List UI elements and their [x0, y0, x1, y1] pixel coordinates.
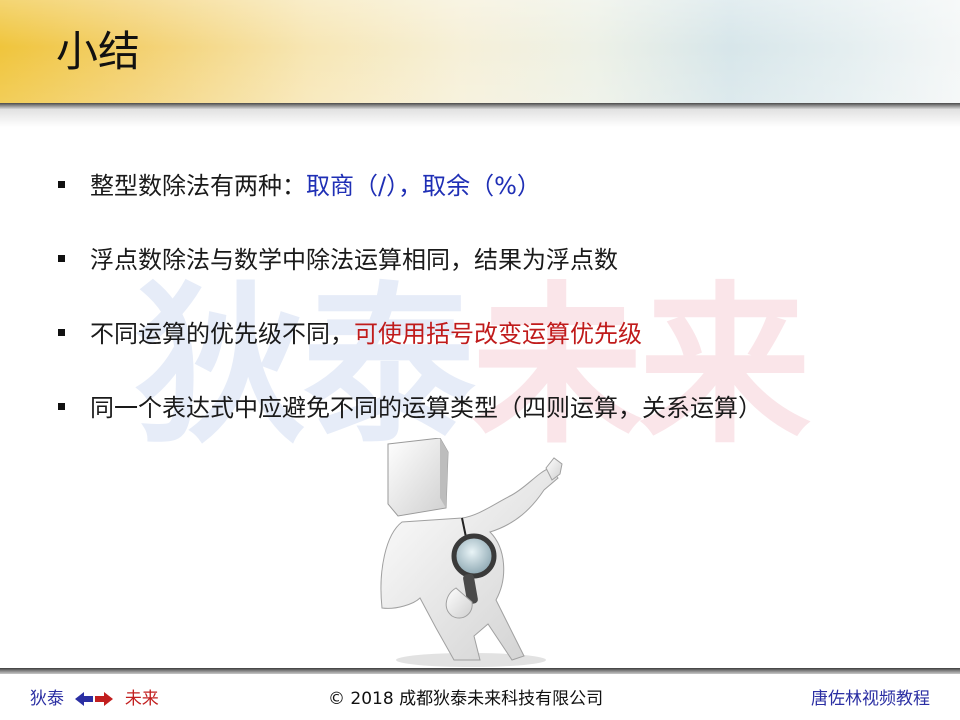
title-band [0, 0, 960, 104]
bullet-text-main: 不同运算的优先级不同， [90, 320, 354, 348]
watermark: 狄泰未来 [135, 272, 811, 462]
bullet-square-icon [58, 255, 65, 262]
watermark-part-b: 未来 [471, 266, 811, 467]
footer-brand-part-b: 未来 [124, 689, 159, 709]
title-band-fade [0, 109, 960, 127]
footer-brand: 狄泰 未来 [30, 687, 159, 711]
bullet-text: 不同运算的优先级不同，可使用括号改变运算优先级 [90, 314, 642, 354]
bullet-item: 同一个表达式中应避免不同的运算类型（四则运算，关系运算） [56, 388, 936, 428]
bullet-text-main: 整型数除法有两种： [90, 172, 306, 200]
bullet-text: 同一个表达式中应避免不同的运算类型（四则运算，关系运算） [90, 394, 762, 422]
watermark-part-a: 狄泰 [135, 266, 475, 467]
footer-divider [0, 668, 960, 674]
bullet-text: 整型数除法有两种：取商（/），取余（%） [90, 166, 541, 206]
slide-title: 小结 [56, 27, 141, 76]
bullet-square-icon [58, 403, 65, 410]
footer-course-label: 唐佐林视频教程 [811, 689, 930, 709]
double-arrow-icon [75, 692, 114, 706]
bullet-text: 浮点数除法与数学中除法运算相同，结果为浮点数 [90, 246, 618, 274]
thinker-with-magnifier-icon [376, 437, 576, 670]
bullet-item: 不同运算的优先级不同，可使用括号改变运算优先级 [56, 314, 936, 354]
bullet-text-highlight: 可使用括号改变运算优先级 [354, 320, 642, 348]
footer-copyright: © 2018 成都狄泰未来科技有限公司 [328, 689, 604, 709]
bullet-square-icon [58, 181, 65, 188]
bullet-item: 整型数除法有两种：取商（/），取余（%） [56, 166, 936, 206]
footer-brand-part-a: 狄泰 [30, 689, 64, 709]
bullet-text-highlight: 取商（/），取余（%） [306, 172, 541, 200]
bullet-square-icon [58, 329, 65, 336]
bullet-item: 浮点数除法与数学中除法运算相同，结果为浮点数 [56, 240, 936, 280]
